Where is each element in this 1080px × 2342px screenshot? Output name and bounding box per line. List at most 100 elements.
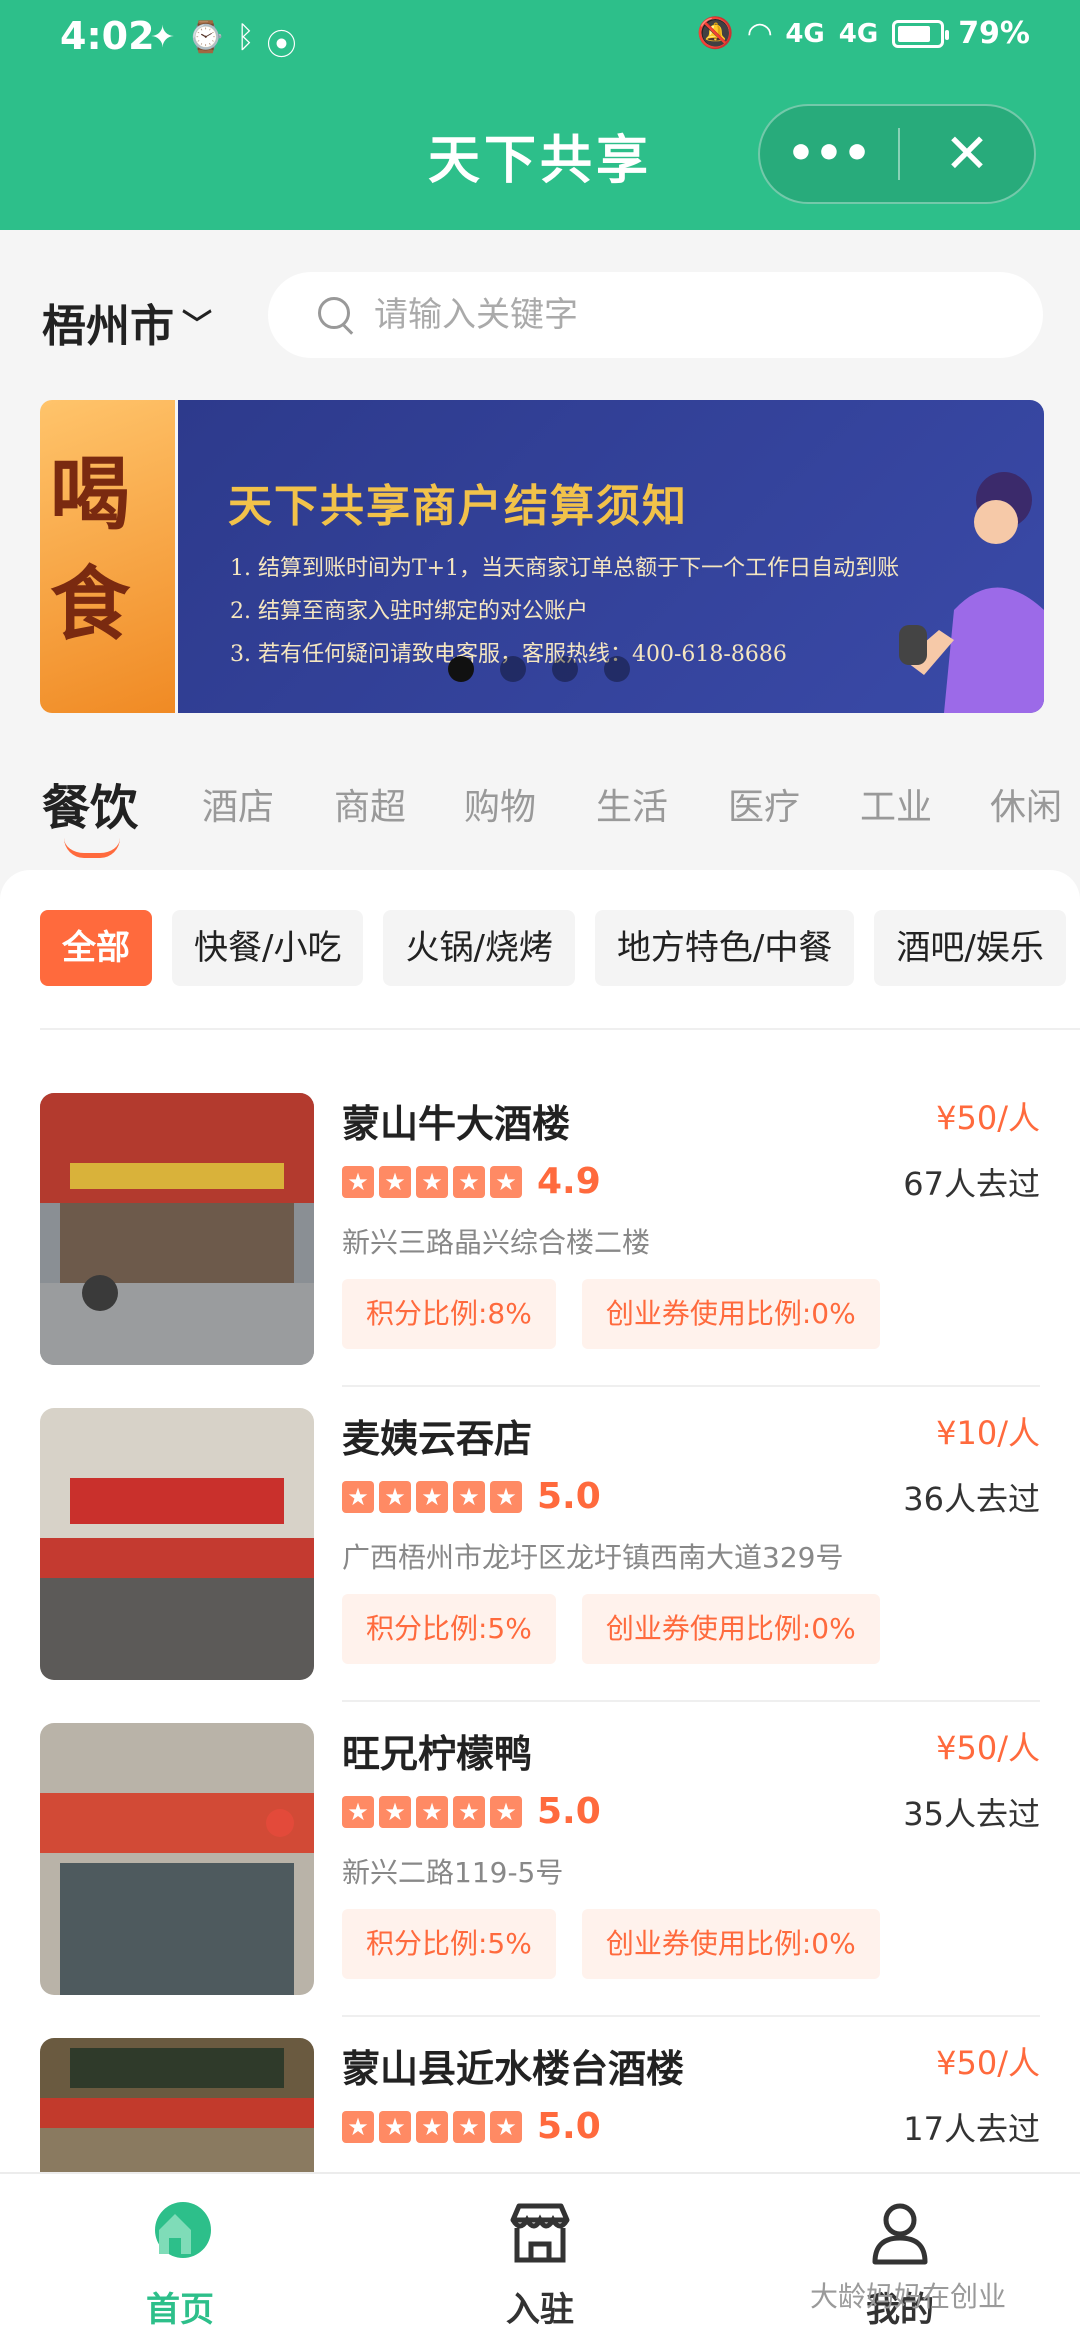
banner-title: 天下共享商户结算须知 xyxy=(228,481,688,532)
store-visits: 36人去过 xyxy=(903,1480,1040,1518)
store-card[interactable]: 旺兄柠檬鸭 ¥50/人 35人去过 ★ ★ ★ ★ ★ 5.0 新兴二路119-5号 积… xyxy=(40,1723,1040,1995)
tab-hotel[interactable]: 酒店 xyxy=(202,778,274,830)
points-ratio-tag: 积分比例:5% xyxy=(342,1909,556,1979)
star-icon: ★ xyxy=(453,2110,485,2143)
subcategory-chips: 全部 快餐/小吃 火锅/烧烤 地方特色/中餐 酒吧/娱乐 xyxy=(40,910,1066,986)
tab-label: 餐饮 xyxy=(42,780,139,836)
banner-side-text: 喝 食 xyxy=(50,448,130,651)
status-time: 4:02 xyxy=(60,14,155,58)
star-icon: ★ xyxy=(490,1795,522,1828)
store-photo xyxy=(40,1723,314,1995)
tab-active-indicator xyxy=(64,838,120,858)
store-price: ¥10/人 xyxy=(936,1414,1040,1452)
rating-stars: ★ ★ ★ ★ ★ 5.0 xyxy=(342,1791,601,1832)
carousel-dot[interactable] xyxy=(448,656,474,682)
store-tags: 积分比例:5% 创业券使用比例:0% xyxy=(342,1909,880,1979)
store-visits: 35人去过 xyxy=(903,1795,1040,1833)
store-name: 麦姨云吞店 xyxy=(342,1417,533,1461)
more-button[interactable]: ••• xyxy=(760,124,898,184)
system-icons: 🔕 ◠ 4G 4G 79% xyxy=(697,16,1030,51)
tab-leisure[interactable]: 休闲 xyxy=(990,778,1080,830)
star-icon: ★ xyxy=(379,1795,411,1828)
wifi-icon: ◠ xyxy=(748,16,772,51)
store-address: 新兴三路晶兴综合楼二楼 xyxy=(342,1226,651,1259)
tab-shopping[interactable]: 购物 xyxy=(464,778,536,830)
store-photo xyxy=(40,1408,314,1680)
store-address: 广西梧州市龙圩区龙圩镇西南大道329号 xyxy=(342,1541,844,1574)
star-icon: ★ xyxy=(490,1165,522,1198)
bottom-navigation: 首页 入驻 我的 xyxy=(0,2172,1080,2342)
battery-percent: 79% xyxy=(958,16,1030,51)
store-icon xyxy=(510,2203,570,2263)
store-card[interactable]: 蒙山牛大酒楼 ¥50/人 67人去过 ★ ★ ★ ★ ★ 4.9 新兴三路晶兴综合楼二楼… xyxy=(40,1093,1040,1365)
star-icon: ★ xyxy=(342,1480,374,1513)
store-tags: 积分比例:5% 创业券使用比例:0% xyxy=(342,1594,880,1664)
user-icon xyxy=(872,2203,928,2265)
notification-icons: ✦ ⌚ ᛒ ⦿ xyxy=(150,20,297,64)
alarm-icon: ⌚ xyxy=(187,20,225,55)
store-divider xyxy=(342,1700,1040,1702)
tab-industry[interactable]: 工业 xyxy=(860,778,932,830)
store-card[interactable]: 蒙山县近水楼台酒楼 ¥50/人 17人去过 ★ ★ ★ ★ ★ 5.0 xyxy=(40,2038,1040,2172)
store-visits: 17人去过 xyxy=(903,2110,1040,2148)
signal-icon-2: 4G xyxy=(838,18,879,49)
star-icon: ★ xyxy=(379,1165,411,1198)
banner-prev-slide[interactable]: 喝 食 xyxy=(40,400,175,713)
rating-stars: ★ ★ ★ ★ ★ 5.0 xyxy=(342,2106,601,2147)
star-icon: ★ xyxy=(416,1795,448,1828)
home-icon xyxy=(155,2202,211,2258)
store-photo xyxy=(40,1093,314,1365)
chip-bar[interactable]: 酒吧/娱乐 xyxy=(874,910,1066,986)
store-divider xyxy=(342,1385,1040,1387)
status-bar: 4:02 ✦ ⌚ ᛒ ⦿ 🔕 ◠ 4G 4G 79% xyxy=(0,0,1080,80)
voucher-ratio-tag: 创业券使用比例:0% xyxy=(581,1909,880,1979)
chip-fastfood[interactable]: 快餐/小吃 xyxy=(172,910,364,986)
location-icon: ⦿ xyxy=(266,28,297,63)
banner-line-1: 1. 结算到账时间为T+1，当天商家订单总额于下一个工作日自动到账 xyxy=(230,556,900,581)
voucher-ratio-tag: 创业券使用比例:0% xyxy=(581,1594,880,1664)
points-ratio-tag: 积分比例:5% xyxy=(342,1594,556,1664)
star-icon: ★ xyxy=(490,2110,522,2143)
tab-supermarket[interactable]: 商超 xyxy=(334,778,406,830)
tab-medical[interactable]: 医疗 xyxy=(728,778,800,830)
city-selector[interactable]: 梧州市 ﹀ xyxy=(42,290,212,354)
tab-life[interactable]: 生活 xyxy=(596,778,668,830)
city-label: 梧州市 xyxy=(42,301,174,352)
nav-home[interactable]: 首页 xyxy=(0,2174,360,2342)
tab-dining[interactable]: 餐饮 xyxy=(42,768,139,858)
store-rating: 4.9 xyxy=(537,1161,601,1202)
chip-local[interactable]: 地方特色/中餐 xyxy=(594,910,855,986)
chip-hotpot[interactable]: 火锅/烧烤 xyxy=(383,910,575,986)
store-list-panel: 全部 快餐/小吃 火锅/烧烤 地方特色/中餐 酒吧/娱乐 蒙山牛大酒楼 ¥50/… xyxy=(0,870,1080,2290)
store-card[interactable]: 麦姨云吞店 ¥10/人 36人去过 ★ ★ ★ ★ ★ 5.0 广西梧州市龙圩区龙圩镇西… xyxy=(40,1408,1040,1680)
star-icon: ★ xyxy=(416,1480,448,1513)
star-icon: ★ xyxy=(453,1795,485,1828)
bluetooth-icon: ᛒ xyxy=(236,20,255,55)
carousel-dot[interactable] xyxy=(500,656,526,682)
store-rating: 5.0 xyxy=(537,2106,601,2147)
carousel-dot[interactable] xyxy=(604,656,630,682)
nav-home-label: 首页 xyxy=(146,2290,214,2330)
signal-icon: 4G xyxy=(785,18,825,49)
star-icon: ★ xyxy=(342,1165,374,1198)
search-bar[interactable] xyxy=(268,272,1043,358)
banner-line-2: 2. 结算至商家入驻时绑定的对公账户 xyxy=(230,599,588,624)
search-input[interactable] xyxy=(372,294,976,336)
star-icon: ★ xyxy=(379,2110,411,2143)
store-address: 新兴二路119-5号 xyxy=(342,1856,564,1889)
chip-all[interactable]: 全部 xyxy=(40,910,152,986)
points-ratio-tag: 积分比例:8% xyxy=(342,1279,556,1349)
chips-divider xyxy=(40,1028,1080,1030)
customer-service-illustration xyxy=(899,472,1044,713)
store-rating: 5.0 xyxy=(537,1476,601,1517)
star-icon: ★ xyxy=(342,1795,374,1828)
store-name: 旺兄柠檬鸭 xyxy=(342,1732,533,1776)
close-button[interactable]: ✕ xyxy=(900,124,1034,184)
nav-mine[interactable]: 我的 xyxy=(720,2174,1080,2342)
carousel-dot[interactable] xyxy=(552,656,578,682)
carousel-indicators xyxy=(448,656,630,682)
nav-join[interactable]: 入驻 xyxy=(360,2174,720,2342)
category-tabs: 餐饮 酒店 商超 购物 生活 医疗 工业 休闲 xyxy=(0,760,1080,870)
store-photo xyxy=(40,2038,314,2172)
star-icon: ★ xyxy=(453,1480,485,1513)
